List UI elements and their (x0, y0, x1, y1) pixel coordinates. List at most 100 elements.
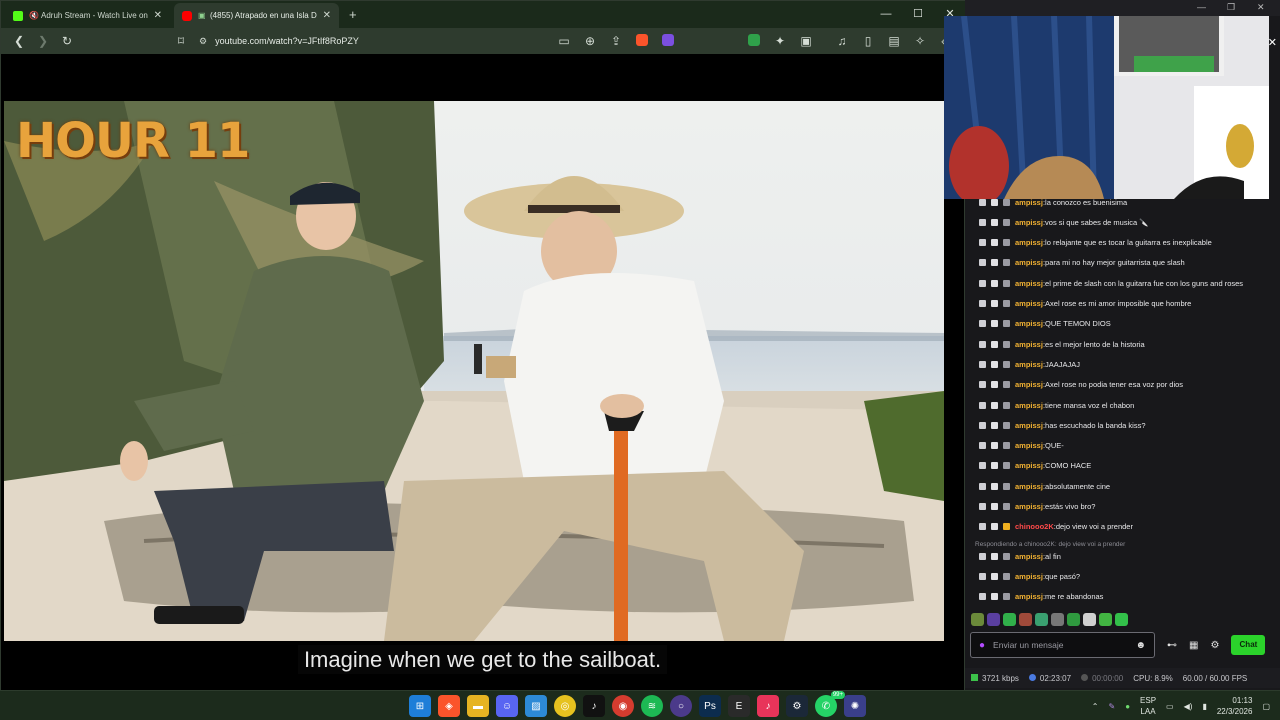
timeout-icon[interactable] (991, 218, 998, 226)
pin-icon[interactable] (979, 552, 986, 560)
timeout-icon[interactable] (991, 462, 998, 470)
chrome-icon[interactable]: ◉ (612, 695, 634, 717)
sidebar-icon[interactable]: ▯ (856, 34, 880, 48)
chat-username[interactable]: ampissj (1015, 441, 1043, 450)
timeout-icon[interactable] (991, 300, 998, 307)
pin-icon[interactable] (979, 572, 986, 580)
language-indicator[interactable]: ESP LAA (1140, 695, 1156, 717)
emoji-icon[interactable]: ☻ (1135, 640, 1146, 651)
pin-icon[interactable] (979, 593, 986, 601)
pin-icon[interactable] (979, 503, 986, 510)
timeout-icon[interactable] (991, 552, 998, 560)
timeout-icon[interactable] (991, 572, 998, 580)
chat-username[interactable]: ampissj (1015, 319, 1043, 328)
coin-app-icon[interactable]: ◎ (554, 695, 576, 717)
chevron-up-icon[interactable]: ⌃ (1092, 702, 1099, 711)
chat-username[interactable]: ampissj (1015, 380, 1043, 389)
back-arrow-icon[interactable]: ❮ (7, 34, 31, 48)
pin-icon[interactable] (979, 421, 986, 429)
chat-username[interactable]: chinooo2K (1015, 522, 1054, 531)
emote-icon[interactable] (1067, 613, 1080, 626)
minimize-button[interactable]: — (870, 1, 902, 28)
music-icon[interactable]: ♫ (830, 34, 854, 48)
timeout-icon[interactable] (991, 482, 998, 490)
chat-username[interactable]: ampissj (1015, 482, 1043, 491)
muted-speaker-icon[interactable]: 🔇 (29, 11, 39, 20)
brave-shields-icon[interactable] (630, 33, 654, 49)
close-tab-icon[interactable]: ✕ (154, 10, 162, 21)
notifications-icon[interactable]: ▢ (1262, 702, 1270, 711)
chat-input[interactable]: ● Enviar un mensaje ☻ (970, 632, 1155, 658)
maximize-button[interactable]: ☐ (902, 1, 934, 28)
timeout-icon[interactable] (991, 198, 998, 206)
emote-icon[interactable] (987, 613, 1000, 626)
extension-box-icon[interactable]: ▣ (794, 34, 818, 48)
pin-icon[interactable] (979, 279, 986, 287)
pin-icon[interactable] (979, 259, 986, 267)
pin-icon[interactable] (979, 523, 986, 531)
brave-browser-icon[interactable]: ◈ (438, 695, 460, 717)
obs-icon[interactable]: ○ (670, 695, 692, 717)
emote-icon[interactable] (1003, 613, 1016, 626)
pin-icon[interactable] (979, 401, 986, 409)
steam-icon[interactable]: ⚙ (786, 695, 808, 717)
site-info-icon[interactable]: ⚙ (199, 36, 207, 47)
tab-youtube-video[interactable]: ▣ (4855) Atrapado en una Isla Desierta ✕ (174, 3, 339, 28)
timeout-icon[interactable] (991, 523, 998, 531)
pin-icon[interactable] (979, 381, 986, 389)
timeout-icon[interactable] (991, 503, 998, 510)
timeout-icon[interactable] (991, 593, 998, 601)
photoshop-icon[interactable]: Ps (699, 695, 721, 717)
microphone-icon[interactable]: ● (979, 640, 985, 651)
leo-ai-icon[interactable]: ✧ (908, 34, 932, 48)
chat-input-placeholder[interactable]: Enviar un mensaje (993, 640, 1135, 650)
bookmark-icon[interactable]: ⌑ (169, 34, 193, 48)
epic-games-icon[interactable]: E (728, 695, 750, 717)
chat-username[interactable]: ampissj (1015, 258, 1043, 267)
pin-icon[interactable] (979, 218, 986, 226)
url-text[interactable]: youtube.com/watch?v=JFtIf8RoPZY (215, 36, 359, 46)
timeout-icon[interactable] (991, 401, 998, 409)
tab-kick-stream[interactable]: 🔇 Adruh Stream - Watch Live on Kick ✕ (5, 3, 170, 28)
wallet-icon[interactable]: ▤ (882, 34, 906, 48)
pin-icon[interactable] (979, 442, 986, 450)
chat-username[interactable]: ampissj (1015, 502, 1043, 511)
share-icon[interactable]: ⇪ (604, 34, 628, 48)
battery-icon[interactable]: ▮ (1202, 702, 1206, 711)
spotify-icon[interactable]: ≋ (641, 695, 663, 717)
timeout-icon[interactable] (991, 279, 998, 287)
cast-icon[interactable]: ▭ (552, 34, 576, 48)
chat-username[interactable]: ampissj (1015, 218, 1043, 227)
tiktok-studio-icon[interactable]: ♪ (757, 695, 779, 717)
panel-restore-button[interactable]: ❐ (1227, 2, 1235, 13)
timeout-icon[interactable] (991, 259, 998, 267)
microphone-tray-icon[interactable]: ● (1125, 702, 1130, 711)
emote-icon[interactable] (1115, 613, 1128, 626)
photos-icon[interactable]: ▨ (525, 695, 547, 717)
new-tab-button[interactable]: + (349, 3, 357, 28)
pin-icon[interactable] (979, 239, 986, 247)
timeout-icon[interactable] (991, 239, 998, 247)
chat-username[interactable]: ampissj (1015, 299, 1043, 308)
reload-icon[interactable]: ↻ (55, 34, 79, 48)
send-chat-button[interactable]: Chat (1231, 635, 1266, 655)
pin-icon[interactable] (979, 482, 986, 490)
address-bar[interactable]: ⌑ ⚙ youtube.com/watch?v=JFtIf8RoPZY (178, 31, 552, 51)
emote-icon[interactable] (1083, 613, 1096, 626)
chat-username[interactable]: ampissj (1015, 360, 1043, 369)
timeout-icon[interactable] (991, 421, 998, 429)
brave-rewards-icon[interactable] (656, 33, 680, 49)
gift-icon[interactable]: ▦ (1189, 640, 1198, 651)
network-icon[interactable]: ▭ (1166, 702, 1174, 711)
chat-username[interactable]: ampissj (1015, 279, 1043, 288)
timeout-icon[interactable] (991, 320, 998, 328)
pin-icon[interactable] (979, 300, 986, 307)
timeout-icon[interactable] (991, 381, 998, 389)
close-icon[interactable]: ✕ (1268, 36, 1277, 49)
extension-green-icon[interactable] (742, 33, 766, 49)
settings-gear-icon[interactable]: ⚙ (1210, 640, 1219, 651)
video-player[interactable]: HOUR 11 (4, 101, 944, 641)
discord-icon[interactable]: ☺ (496, 695, 518, 717)
chat-username[interactable]: ampissj (1015, 340, 1043, 349)
emote-icon[interactable] (1035, 613, 1048, 626)
